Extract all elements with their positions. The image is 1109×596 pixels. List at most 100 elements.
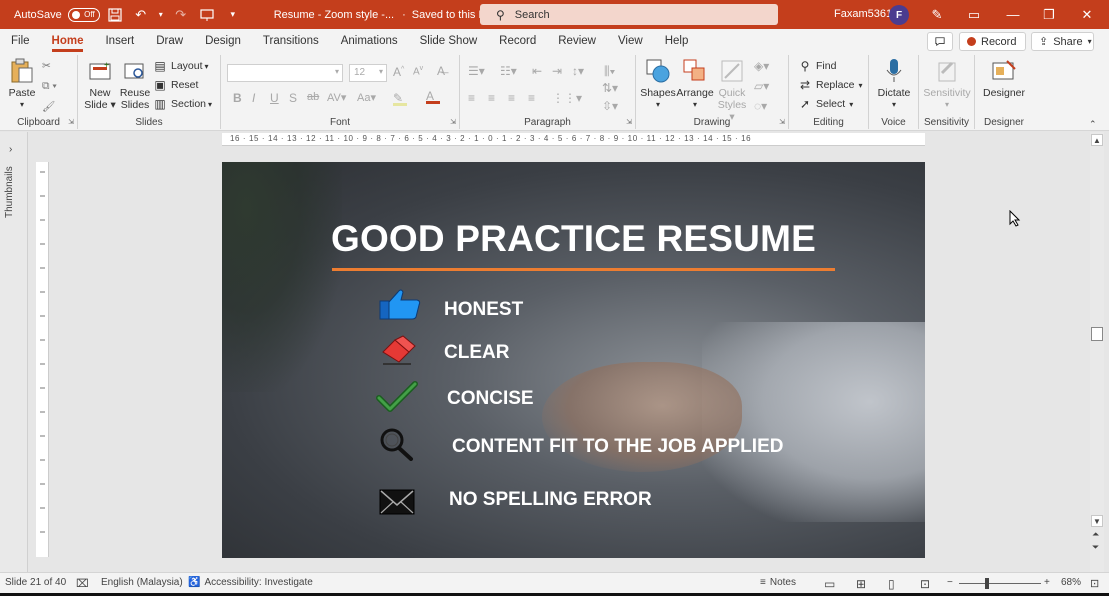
shape-effects-icon[interactable]: ◌▾ bbox=[754, 99, 767, 113]
font-size-dropdown[interactable]: 12 ▾ bbox=[349, 64, 387, 82]
new-slide-button[interactable]: + New Slide ▾ bbox=[84, 57, 116, 111]
pen-icon[interactable]: ✎ bbox=[918, 0, 956, 29]
share-button[interactable]: ⇪ Share ▾ bbox=[1031, 32, 1094, 51]
present-icon[interactable] bbox=[196, 4, 218, 26]
paragraph-launcher-icon[interactable]: ⇲ bbox=[626, 118, 632, 126]
justify-icon[interactable]: ≡ bbox=[528, 91, 535, 105]
tab-transitions[interactable]: Transitions bbox=[252, 29, 330, 53]
copy-icon[interactable]: ⧉ ▾ bbox=[42, 77, 57, 95]
numbering-icon[interactable]: ☷▾ bbox=[500, 64, 517, 78]
minimize-icon[interactable]: — bbox=[994, 0, 1032, 29]
tab-animations[interactable]: Animations bbox=[330, 29, 409, 53]
font-color-icon[interactable]: A bbox=[426, 89, 440, 104]
align-right-icon[interactable]: ≡ bbox=[508, 91, 515, 105]
reading-view-icon[interactable]: ▯ bbox=[888, 577, 895, 591]
format-painter-icon[interactable]: 🖌 bbox=[42, 97, 55, 115]
line-spacing-icon[interactable]: ↕▾ bbox=[572, 64, 584, 78]
text-direction-icon[interactable]: ⇅▾ bbox=[602, 81, 618, 95]
cut-icon[interactable]: ✂ bbox=[42, 57, 51, 75]
bullet-content-fit[interactable]: CONTENT FIT TO THE JOB APPLIED bbox=[452, 436, 783, 458]
accessibility-status[interactable]: ♿ Accessibility: Investigate bbox=[188, 577, 313, 588]
change-case-icon[interactable]: Aa▾ bbox=[357, 91, 376, 104]
select-button[interactable]: ➚ Select ▾ bbox=[797, 95, 853, 113]
character-spacing-icon[interactable]: AV▾ bbox=[327, 91, 346, 104]
reset-button[interactable]: ▣ Reset bbox=[152, 76, 198, 94]
align-center-icon[interactable]: ≡ bbox=[488, 91, 495, 105]
slideshow-view-icon[interactable]: ⊡ bbox=[920, 577, 930, 591]
drawing-launcher-icon[interactable]: ⇲ bbox=[779, 118, 785, 126]
tab-insert[interactable]: Insert bbox=[94, 29, 145, 53]
zoom-out-icon[interactable]: − bbox=[947, 577, 953, 588]
language-status[interactable]: English (Malaysia) bbox=[101, 577, 183, 588]
zoom-slider-thumb[interactable] bbox=[985, 578, 989, 589]
dictate-button[interactable]: Dictate ▾ bbox=[875, 57, 913, 111]
bullet-clear[interactable]: CLEAR bbox=[444, 342, 509, 364]
record-button[interactable]: Record bbox=[959, 32, 1026, 51]
tab-design[interactable]: Design bbox=[194, 29, 252, 53]
tab-draw[interactable]: Draw bbox=[145, 29, 194, 53]
slide-sorter-icon[interactable]: ⊞ bbox=[856, 577, 866, 591]
font-name-dropdown[interactable]: ▾ bbox=[227, 64, 343, 82]
find-button[interactable]: ⚲ Find bbox=[797, 57, 837, 75]
notes-button[interactable]: ≡ Notes bbox=[760, 577, 796, 588]
slide-info[interactable]: Slide 21 of 40 bbox=[5, 577, 66, 588]
undo-icon[interactable]: ↶ bbox=[130, 4, 152, 26]
bullet-no-spelling-error[interactable]: NO SPELLING ERROR bbox=[449, 489, 652, 511]
align-text-icon[interactable]: ⇳▾ bbox=[602, 99, 618, 113]
highlight-icon[interactable]: ✎ bbox=[393, 91, 407, 106]
vertical-scrollbar[interactable]: ▲ ▼ ⏶ ⏷ bbox=[1090, 132, 1104, 572]
slide-title[interactable]: GOOD PRACTICE RESUME bbox=[222, 218, 925, 260]
close-icon[interactable]: ✕ bbox=[1068, 0, 1106, 29]
shadow-icon[interactable]: S bbox=[289, 91, 297, 105]
document-title[interactable]: Resume - Zoom style -... bbox=[274, 0, 394, 29]
undo-dropdown-icon[interactable]: ▾ bbox=[156, 4, 166, 26]
zoom-slider[interactable] bbox=[959, 583, 1041, 584]
shapes-button[interactable]: Shapes ▾ bbox=[640, 57, 676, 111]
tab-file[interactable]: File bbox=[0, 29, 41, 53]
section-button[interactable]: ▥ Section ▾ bbox=[152, 95, 212, 113]
tab-help[interactable]: Help bbox=[654, 29, 700, 53]
bullet-concise[interactable]: CONCISE bbox=[447, 388, 534, 410]
replace-button[interactable]: ⇄ Replace ▾ bbox=[797, 76, 863, 94]
designer-button[interactable]: Designer bbox=[981, 57, 1027, 99]
column-layout-icon[interactable]: ⋮⋮▾ bbox=[552, 91, 582, 105]
increase-indent-icon[interactable]: ⇥ bbox=[552, 64, 562, 78]
thumbnails-label[interactable]: Thumbnails bbox=[4, 166, 15, 218]
tab-review[interactable]: Review bbox=[547, 29, 607, 53]
spelling-icon[interactable]: ⌧ bbox=[76, 577, 89, 590]
font-launcher-icon[interactable]: ⇲ bbox=[450, 118, 456, 126]
decrease-indent-icon[interactable]: ⇤ bbox=[532, 64, 542, 78]
scroll-down-icon[interactable]: ▼ bbox=[1091, 515, 1103, 527]
collapse-ribbon-icon[interactable]: ⌃ bbox=[1089, 119, 1097, 130]
ribbon-display-icon[interactable]: ▭ bbox=[955, 0, 993, 29]
tab-home[interactable]: Home bbox=[41, 29, 95, 53]
zoom-level[interactable]: 68% bbox=[1061, 577, 1081, 588]
quick-styles-button[interactable]: Quick Styles ▾ bbox=[714, 57, 750, 123]
previous-slide-icon[interactable]: ⏶ bbox=[1092, 529, 1099, 540]
bold-icon[interactable]: B bbox=[233, 91, 242, 105]
redo-icon[interactable]: ↷ bbox=[170, 4, 192, 26]
bullet-honest[interactable]: HONEST bbox=[444, 299, 523, 321]
italic-icon[interactable]: I bbox=[252, 91, 255, 105]
shrink-font-icon[interactable]: Av bbox=[413, 65, 423, 77]
align-left-icon[interactable]: ≡ bbox=[468, 91, 475, 105]
next-slide-icon[interactable]: ⏷ bbox=[1092, 542, 1099, 553]
tab-view[interactable]: View bbox=[607, 29, 654, 53]
tab-slide-show[interactable]: Slide Show bbox=[409, 29, 489, 53]
paste-button[interactable]: Paste ▾ bbox=[6, 57, 38, 111]
tab-record[interactable]: Record bbox=[488, 29, 547, 53]
strikethrough-icon[interactable]: ab bbox=[307, 91, 319, 103]
search-box[interactable]: ⚲ Search bbox=[480, 4, 778, 25]
arrange-button[interactable]: Arrange ▾ bbox=[676, 57, 714, 111]
sensitivity-button[interactable]: Sensitivity ▾ bbox=[923, 57, 971, 111]
reuse-slides-button[interactable]: Reuse Slides bbox=[118, 57, 152, 111]
expand-thumbnails-icon[interactable]: › bbox=[9, 144, 12, 155]
zoom-in-icon[interactable]: + bbox=[1044, 577, 1050, 588]
columns-icon[interactable]: ⫼▾ bbox=[604, 64, 615, 79]
shape-fill-icon[interactable]: ◈▾ bbox=[754, 59, 769, 73]
fit-to-window-icon[interactable]: ⊡ bbox=[1090, 577, 1099, 590]
restore-icon[interactable]: ❐ bbox=[1030, 0, 1068, 29]
clear-formatting-icon[interactable]: A̶ bbox=[437, 64, 445, 78]
bullets-icon[interactable]: ☰▾ bbox=[468, 64, 485, 78]
underline-icon[interactable]: U bbox=[270, 91, 279, 105]
